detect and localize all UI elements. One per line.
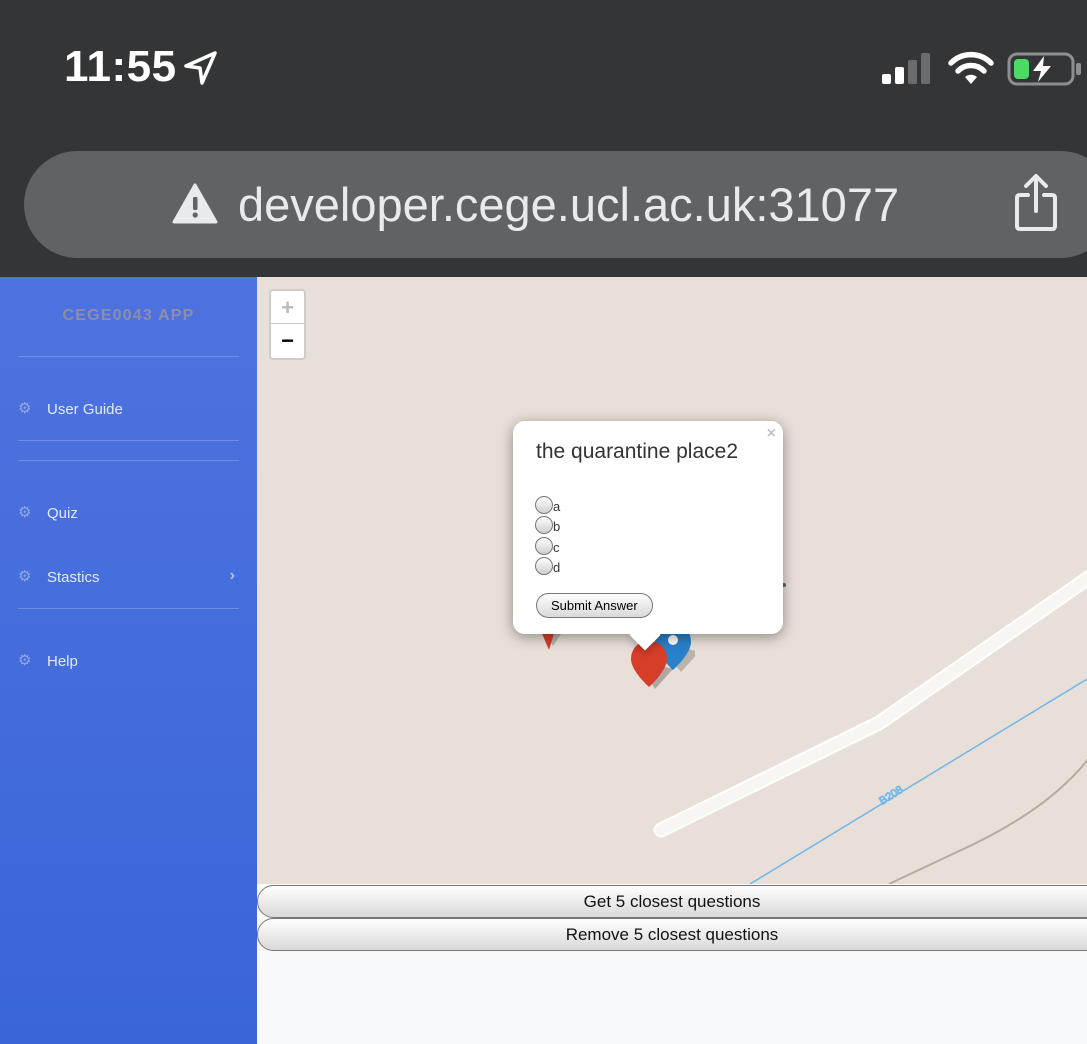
gear-icon: ⚙: [18, 568, 32, 585]
radio-button[interactable]: [535, 495, 553, 514]
map[interactable]: B208 + − × the quarantine place2 a b c d…: [257, 277, 1087, 884]
sidebar-item-quiz[interactable]: ⚙ Quiz: [18, 498, 239, 528]
sidebar-divider: [18, 356, 239, 357]
sidebar-brand[interactable]: CEGE0043 APP: [0, 307, 257, 325]
gear-icon: ⚙: [18, 504, 32, 521]
sidebar-divider: [18, 608, 239, 609]
warning-icon: [172, 183, 218, 224]
sidebar-item-statistics[interactable]: ⚙ Stastics ›: [18, 562, 239, 592]
gear-icon: ⚙: [18, 400, 32, 417]
option-label: a: [553, 498, 561, 514]
remove-closest-questions-button[interactable]: Remove 5 closest questions: [257, 918, 1087, 951]
cellular-signal-icon: [882, 53, 930, 84]
sidebar-item-label: Quiz: [47, 504, 78, 522]
get-closest-questions-button[interactable]: Get 5 closest questions: [257, 885, 1087, 918]
wifi-icon: [948, 51, 994, 84]
zoom-out-button[interactable]: −: [271, 324, 304, 357]
chevron-right-icon: ›: [229, 567, 235, 584]
sidebar-divider: [18, 440, 239, 441]
status-time: 11:55: [64, 42, 177, 91]
answer-option[interactable]: c: [535, 534, 560, 555]
submit-answer-button[interactable]: Submit Answer: [536, 593, 653, 618]
zoom-in-button[interactable]: +: [271, 291, 304, 324]
sidebar-item-user-guide[interactable]: ⚙ User Guide: [18, 394, 239, 424]
option-label: b: [553, 519, 561, 534]
road-label: B208: [877, 784, 905, 808]
radio-button[interactable]: [535, 536, 553, 555]
radio-button[interactable]: [535, 516, 553, 534]
sidebar-item-help[interactable]: ⚙ Help: [18, 646, 239, 676]
answer-option[interactable]: a: [535, 493, 560, 514]
radio-button[interactable]: [535, 557, 553, 575]
zoom-control: + −: [269, 289, 306, 360]
url-text: developer.cege.ucl.ac.uk:31077: [238, 178, 900, 231]
answer-option[interactable]: b: [535, 514, 561, 534]
location-arrow-icon: [184, 51, 217, 85]
browser-chrome: 11:55 developer.cege.ucl.ac.uk:31077: [0, 0, 1087, 277]
sidebar-item-label: Help: [47, 652, 78, 670]
address-bar[interactable]: developer.cege.ucl.ac.uk:31077: [24, 151, 1087, 258]
sidebar: CEGE0043 APP ⚙ User Guide ⚙ Quiz ⚙ Stast…: [0, 277, 257, 1044]
option-label: c: [553, 539, 560, 555]
sidebar-item-label: Stastics: [47, 568, 100, 586]
answer-options: a b c d: [535, 493, 560, 575]
gear-icon: ⚙: [18, 652, 32, 669]
share-icon[interactable]: [1012, 171, 1060, 233]
answer-option[interactable]: d: [535, 555, 561, 575]
option-label: d: [553, 560, 561, 575]
sidebar-item-label: User Guide: [47, 400, 123, 418]
question-popup: × the quarantine place2 a b c d Submit A…: [513, 421, 783, 651]
question-title: the quarantine place2: [536, 440, 738, 463]
sidebar-divider: [18, 460, 239, 461]
close-icon[interactable]: ×: [767, 425, 776, 443]
battery-charging-icon: [1007, 52, 1081, 86]
